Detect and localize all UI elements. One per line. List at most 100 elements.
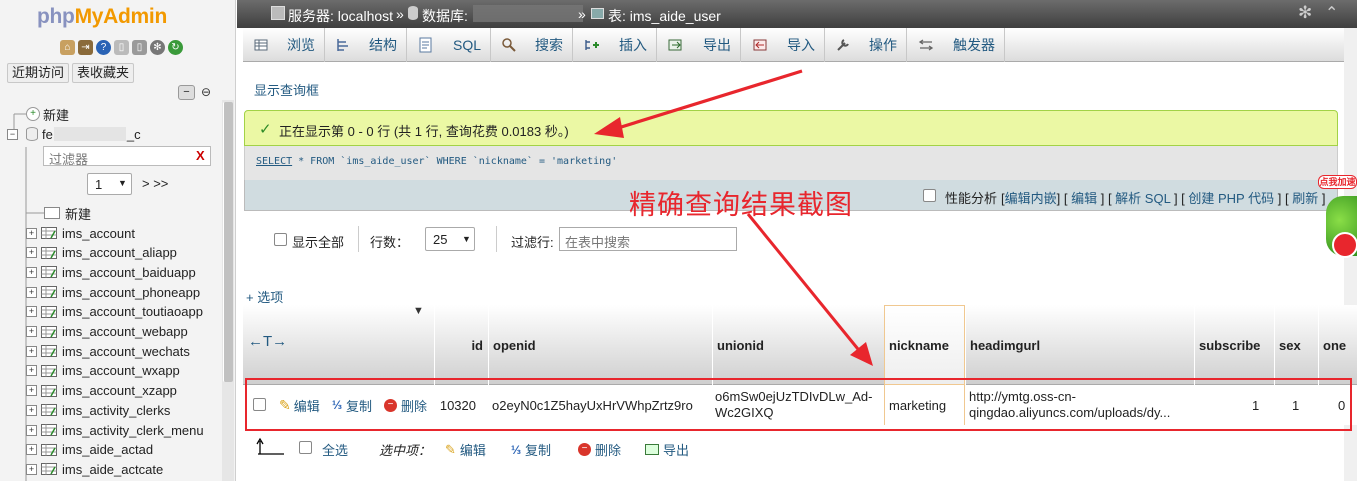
tree-new-table-label[interactable]: 新建 [65, 204, 91, 223]
tab-export[interactable]: 导出 [657, 28, 742, 62]
sidebar-table-label[interactable]: ims_account_phoneapp [62, 285, 200, 300]
tree-new-table[interactable]: 新建 [44, 203, 91, 223]
table-filter-input[interactable]: 过滤器 X [43, 146, 211, 167]
filter-rows-input[interactable]: 在表中搜索 [559, 227, 737, 251]
bulk-copy-label[interactable]: 复制 [525, 440, 551, 459]
tab-operations[interactable]: 操作 [825, 28, 908, 62]
bulk-copy-button[interactable]: ⅓ 复制 [511, 440, 551, 459]
select-all-label[interactable]: 全选 [322, 440, 348, 459]
edit-inline-link[interactable]: 编辑内嵌 [1005, 191, 1057, 206]
sidebar-table-label[interactable]: ims_aide_actcate [62, 462, 163, 477]
speedup-badge[interactable]: 点我加速 [1318, 172, 1357, 272]
tree-new-label[interactable]: 新建 [43, 105, 69, 124]
expand-icon[interactable]: + [26, 444, 37, 456]
link-icon[interactable]: ⊖ [198, 86, 214, 99]
breadcrumb-table[interactable]: 表: ims_aide_user [608, 6, 721, 26]
bulk-export-button[interactable]: 导出 [645, 440, 689, 459]
tree-database[interactable]: − fe _c [7, 124, 141, 144]
gear-icon[interactable]: ✻ [1298, 3, 1312, 23]
collapse-top-icon[interactable]: ⌃ [1325, 3, 1338, 23]
create-php-link[interactable]: 创建 PHP 代码 [1188, 191, 1274, 206]
expand-icon[interactable]: + [26, 463, 37, 475]
sidebar-table-label[interactable]: ims_account_toutiaoapp [62, 304, 203, 319]
refresh-link[interactable]: 刷新 [1292, 191, 1318, 206]
tab-browse[interactable]: 浏览 [243, 28, 325, 62]
favorites-button[interactable]: 表收藏夹 [72, 63, 135, 83]
docs-icon[interactable]: ▯ [114, 40, 129, 55]
sidebar-table-item[interactable]: + ims_aide_actcate [26, 459, 163, 479]
sidebar-table-item[interactable]: + ims_account_phoneapp [26, 282, 200, 302]
sidebar-table-label[interactable]: ims_account_webapp [62, 324, 188, 339]
sidebar-table-item[interactable]: + ims_account_baiduapp [26, 262, 196, 282]
sidebar-table-label[interactable]: ims_account_baiduapp [62, 265, 196, 280]
sidebar-table-label[interactable]: ims_activity_clerk_menu [62, 423, 204, 438]
collapse-all-icon[interactable]: − [178, 85, 195, 100]
bulk-export-label[interactable]: 导出 [663, 440, 689, 459]
sidebar-table-item[interactable]: + ims_account_toutiaoapp [26, 302, 203, 322]
tab-import[interactable]: 导入 [741, 28, 826, 62]
sidebar-table-label[interactable]: ims_account_aliapp [62, 245, 177, 260]
bulk-delete-label[interactable]: 删除 [595, 440, 621, 459]
tab-sql[interactable]: SQL [407, 28, 492, 62]
logout-icon[interactable]: ⇥ [78, 40, 93, 55]
column-header-nickname[interactable]: nickname [884, 305, 965, 385]
docs2-icon[interactable]: ▯ [132, 40, 147, 55]
filter-clear-button[interactable]: X [196, 148, 205, 163]
expand-icon[interactable]: + [26, 424, 37, 436]
column-arrows-icon[interactable]: ←T→ [248, 333, 287, 350]
sidebar-table-item[interactable]: + ims_account_wxapp [26, 361, 180, 381]
sidebar-table-label[interactable]: ims_aide_actad [62, 442, 153, 457]
tree-new-database[interactable]: + 新建 [26, 104, 69, 124]
options-link[interactable]: + 选项 [246, 287, 283, 306]
home-icon[interactable]: ⌂ [60, 40, 75, 55]
reload-icon[interactable]: ↻ [168, 40, 183, 55]
rows-select[interactable]: 25 ▼ [425, 227, 475, 251]
sidebar-table-item[interactable]: + ims_aide_actad [26, 440, 153, 460]
expand-icon[interactable]: + [26, 404, 37, 416]
sidebar-table-item[interactable]: + ims_account_webapp [26, 322, 188, 342]
expand-icon[interactable]: + [26, 247, 37, 259]
collapse-icon[interactable]: − [7, 128, 18, 140]
column-header-one[interactable]: one [1318, 305, 1357, 385]
expand-icon[interactable]: + [26, 266, 37, 278]
bulk-edit-label[interactable]: 编辑 [460, 440, 486, 459]
page-next-link[interactable]: > >> [142, 176, 168, 191]
sql-keyword-link[interactable]: SELECT [256, 156, 292, 167]
left-scrollbar[interactable] [222, 100, 234, 481]
column-header-headimgurl[interactable]: headimgurl [965, 305, 1194, 385]
settings-icon[interactable]: ✻ [150, 40, 165, 55]
bulk-delete-button[interactable]: − 删除 [578, 440, 621, 459]
help-icon[interactable]: ? [96, 40, 111, 55]
sidebar-table-label[interactable]: ims_account_wxapp [62, 363, 180, 378]
page-select[interactable]: 1 ▼ [87, 173, 132, 195]
recent-button[interactable]: 近期访问 [7, 63, 70, 83]
column-header-id[interactable]: id [434, 305, 487, 385]
tab-structure[interactable]: 结构 [325, 28, 407, 62]
show-all-checkbox[interactable] [274, 233, 287, 246]
expand-icon[interactable]: + [26, 227, 37, 239]
expand-icon[interactable]: + [26, 345, 37, 357]
show-query-box-link[interactable]: 显示查询框 [254, 80, 319, 99]
sidebar-table-item[interactable]: + ims_activity_clerks [26, 400, 170, 420]
expand-icon[interactable]: + [26, 365, 37, 377]
sidebar-table-item[interactable]: + ims_account [26, 223, 135, 243]
expand-icon[interactable]: + [26, 326, 37, 337]
sidebar-table-item[interactable]: + ims_activity_clerk_menu [26, 420, 204, 440]
sidebar-table-label[interactable]: ims_account [62, 226, 135, 241]
sidebar-table-label[interactable]: ims_account_xzapp [62, 383, 177, 398]
select-all-checkbox[interactable] [299, 441, 312, 454]
column-header-subscribe[interactable]: subscribe [1194, 305, 1274, 385]
expand-icon[interactable]: + [26, 286, 37, 298]
sort-down-icon[interactable]: ▼ [413, 305, 424, 317]
profiling-checkbox[interactable] [923, 189, 936, 202]
sidebar-table-item[interactable]: + ims_account_wechats [26, 341, 190, 361]
tab-search[interactable]: 搜索 [491, 28, 574, 62]
column-header-sex[interactable]: sex [1274, 305, 1318, 385]
tab-insert[interactable]: 插入 [573, 28, 658, 62]
tab-triggers[interactable]: 触发器 [907, 28, 1006, 62]
sidebar-table-item[interactable]: + ims_account_xzapp [26, 381, 177, 401]
phpmyadmin-logo[interactable]: phpMyAdmin [37, 5, 167, 29]
breadcrumb-server[interactable]: 服务器: localhost [288, 6, 393, 26]
breadcrumb-database[interactable]: 数据库: [422, 6, 468, 26]
edit-query-link[interactable]: 编辑 [1071, 191, 1097, 206]
